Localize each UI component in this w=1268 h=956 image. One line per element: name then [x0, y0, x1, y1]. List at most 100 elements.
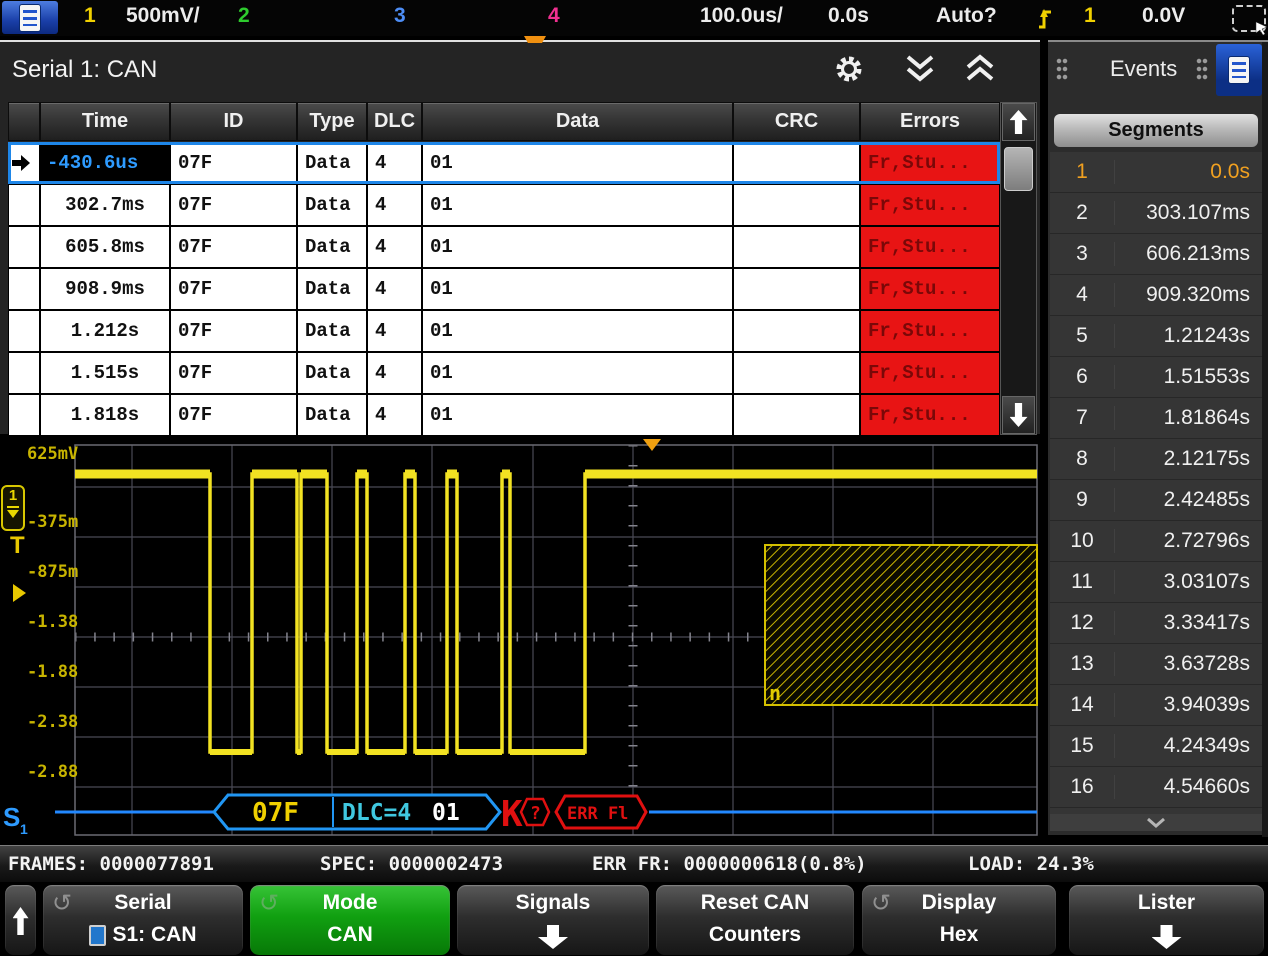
segment-row[interactable]: 61.51553s: [1050, 357, 1262, 398]
scale-label: -2.38: [27, 712, 78, 732]
bus-load: LOAD: 24.3%: [968, 853, 1094, 875]
lister-view-button[interactable]: [1216, 44, 1262, 96]
segment-row[interactable]: 102.72796s: [1050, 521, 1262, 562]
cell-crc: [733, 268, 860, 310]
cell-id: 07F: [170, 394, 297, 436]
softkey-display[interactable]: ↺ Display Hex: [861, 884, 1057, 956]
channel-4-badge[interactable]: 4: [548, 4, 560, 28]
panel-grip-handle[interactable]: [1056, 58, 1068, 80]
segment-time: 1.81864s: [1115, 406, 1262, 430]
softkey-signals[interactable]: Signals: [456, 884, 650, 956]
segment-time: 3.03107s: [1115, 570, 1262, 594]
segment-row[interactable]: 2303.107ms: [1050, 193, 1262, 234]
cell-id: 07F: [170, 268, 297, 310]
segments-tab[interactable]: Segments: [1054, 114, 1258, 147]
lister-row[interactable]: 302.7ms07FData401Fr,Stu...: [8, 184, 1000, 226]
channel-3-badge[interactable]: 3: [394, 4, 406, 28]
cell-err: Fr,Stu...: [860, 268, 1000, 310]
segment-row[interactable]: 133.63728s: [1050, 644, 1262, 685]
cell-type: Data: [297, 184, 367, 226]
back-button[interactable]: [4, 884, 37, 956]
segment-index: 15: [1050, 734, 1115, 758]
trigger-level-readout: 0.0V: [1142, 4, 1185, 28]
segment-time: 1.51553s: [1115, 365, 1262, 389]
main-menu-button[interactable]: [2, 1, 58, 34]
settings-gear-icon[interactable]: [834, 54, 864, 84]
down-arrow-icon: [1010, 403, 1028, 427]
segment-row[interactable]: 10.0s: [1050, 152, 1262, 193]
softkey-signals-label: Signals: [457, 891, 649, 915]
segment-row[interactable]: 51.21243s: [1050, 316, 1262, 357]
decode-unknown: ?: [530, 803, 541, 824]
column-header-Type: Type: [297, 102, 367, 141]
decode-ack-error: K: [501, 794, 523, 835]
softkey-lister[interactable]: Lister: [1068, 884, 1265, 956]
lister-row[interactable]: 605.8ms07FData401Fr,Stu...: [8, 226, 1000, 268]
segment-index: 16: [1050, 775, 1115, 799]
decode-source-sub: 1: [20, 821, 28, 837]
scroll-up-button[interactable]: [1002, 103, 1035, 141]
column-header-marker: [8, 102, 40, 141]
selection-marquee-icon[interactable]: [1232, 5, 1266, 32]
ground-symbol: [7, 506, 19, 508]
softkey-reset-can-counters[interactable]: Reset CAN Counters: [655, 884, 855, 956]
decode-error-flag: ERR Fl: [567, 804, 628, 824]
segments-scroll-more[interactable]: [1050, 814, 1262, 831]
cell-data: 01: [422, 142, 733, 184]
channel-1-ground-marker[interactable]: 1: [1, 485, 25, 531]
lister-row[interactable]: 1.515s07FData401Fr,Stu...: [8, 352, 1000, 394]
segment-row[interactable]: 143.94039s: [1050, 685, 1262, 726]
cell-dlc: 4: [367, 142, 422, 184]
softkey-serial[interactable]: ↺ Serial S1: CAN: [42, 884, 244, 956]
segment-time: 2.12175s: [1115, 447, 1262, 471]
cell-time: 1.515s: [40, 352, 170, 394]
segment-row[interactable]: 154.24349s: [1050, 726, 1262, 767]
panel-grip-handle[interactable]: [1196, 58, 1208, 80]
serial-channel-chip: [89, 925, 106, 946]
lister-scrollbar[interactable]: [1000, 102, 1037, 435]
cell-data: 01: [422, 184, 733, 226]
scroll-down-button[interactable]: [1002, 396, 1035, 434]
cell-crc: [733, 352, 860, 394]
segment-row[interactable]: 4909.320ms: [1050, 275, 1262, 316]
cell-err: Fr,Stu...: [860, 142, 1000, 184]
lister-row[interactable]: 1.212s07FData401Fr,Stu...: [8, 310, 1000, 352]
segment-index: 5: [1050, 324, 1115, 348]
channel-1-badge[interactable]: 1: [84, 4, 96, 28]
segment-index: 11: [1050, 570, 1115, 594]
menu-list-icon: [19, 4, 41, 32]
segment-row[interactable]: 113.03107s: [1050, 562, 1262, 603]
softkey-serial-label: Serial: [43, 891, 243, 915]
cell-time: 605.8ms: [40, 226, 170, 268]
segment-row[interactable]: 92.42485s: [1050, 480, 1262, 521]
segment-row[interactable]: 123.33417s: [1050, 603, 1262, 644]
segment-time: 2.72796s: [1115, 529, 1262, 553]
segment-row[interactable]: 3606.213ms: [1050, 234, 1262, 275]
cell-data: 01: [422, 394, 733, 436]
segment-row[interactable]: 71.81864s: [1050, 398, 1262, 439]
collapse-down-icon[interactable]: [902, 54, 938, 86]
segment-row[interactable]: 82.12175s: [1050, 439, 1262, 480]
channel-2-badge[interactable]: 2: [238, 4, 250, 28]
segment-row[interactable]: 164.54660s: [1050, 767, 1262, 808]
column-header-Data: Data: [422, 102, 733, 141]
scrollbar-thumb[interactable]: [1004, 147, 1033, 191]
trigger-level-marker[interactable]: [13, 584, 26, 602]
lister-table: -430.6us07FData401Fr,Stu...302.7ms07FDat…: [8, 142, 1000, 436]
expand-up-icon[interactable]: [962, 54, 998, 86]
lister-row[interactable]: 1.818s07FData401Fr,Stu...: [8, 394, 1000, 436]
softkey-mode-value: CAN: [327, 923, 373, 947]
ground-marker-label: 1: [9, 487, 17, 505]
cell-marker: [8, 226, 40, 268]
lister-row[interactable]: 908.9ms07FData401Fr,Stu...: [8, 268, 1000, 310]
cell-time: 1.212s: [40, 310, 170, 352]
trigger-source-readout: 1: [1084, 4, 1096, 28]
lister-view-icon: [1228, 56, 1250, 84]
chevron-down-icon: [1145, 817, 1167, 829]
lister-row[interactable]: -430.6us07FData401Fr,Stu...: [8, 142, 1000, 184]
segment-index: 10: [1050, 529, 1115, 553]
softkey-mode[interactable]: ↺ Mode CAN: [249, 884, 451, 956]
softkey-reset-value: Counters: [709, 923, 801, 947]
cell-data: 01: [422, 352, 733, 394]
softkey-display-value: Hex: [940, 923, 979, 947]
